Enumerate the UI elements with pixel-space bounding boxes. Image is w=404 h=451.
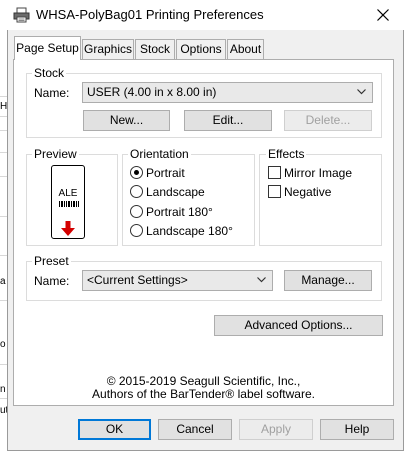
- delete-stock-button[interactable]: Delete...: [284, 110, 372, 131]
- preset-group-label: Preset: [32, 254, 71, 268]
- radio-button[interactable]: [130, 205, 143, 218]
- label-preview: ALE: [51, 165, 85, 239]
- radio-button[interactable]: [130, 166, 143, 179]
- orientation-landscape-180-label: Landscape 180°: [146, 224, 233, 238]
- chevron-down-icon: [257, 277, 266, 283]
- mirror-image-label: Mirror Image: [284, 166, 353, 180]
- apply-button[interactable]: Apply: [239, 419, 313, 440]
- tab-about[interactable]: About: [227, 39, 264, 59]
- manage-presets-button[interactable]: Manage...: [284, 270, 372, 291]
- printer-icon: [13, 7, 30, 23]
- cancel-button[interactable]: Cancel: [158, 419, 232, 440]
- background-text: o: [0, 339, 6, 350]
- tab-graphics[interactable]: Graphics: [82, 39, 134, 59]
- negative-label: Negative: [284, 185, 332, 199]
- window-title: WHSA-PolyBag01 Printing Preferences: [36, 7, 264, 22]
- stock-name-select[interactable]: USER (4.00 in x 8.00 in): [82, 82, 373, 103]
- stock-name-label: Name:: [34, 86, 70, 100]
- edit-stock-button[interactable]: Edit...: [184, 110, 272, 131]
- orientation-portrait-180-radio[interactable]: Portrait 180°: [130, 205, 250, 220]
- checkbox[interactable]: [268, 185, 281, 198]
- orientation-portrait-label: Portrait: [146, 166, 185, 180]
- tab-options[interactable]: Options: [176, 39, 226, 59]
- orientation-group-label: Orientation: [128, 147, 191, 161]
- close-button[interactable]: [368, 3, 398, 27]
- background-text: n: [0, 384, 6, 395]
- orientation-portrait-180-label: Portrait 180°: [146, 205, 213, 219]
- background-text: a: [0, 276, 6, 287]
- radio-button[interactable]: [130, 224, 143, 237]
- close-icon: [377, 9, 389, 21]
- orientation-landscape-180-radio[interactable]: Landscape 180°: [130, 224, 250, 239]
- orientation-landscape-label: Landscape: [146, 185, 205, 199]
- mirror-image-checkbox[interactable]: Mirror Image: [268, 166, 378, 181]
- checkbox[interactable]: [268, 166, 281, 179]
- effects-group-label: Effects: [266, 147, 307, 161]
- stock-group-label: Stock: [32, 66, 67, 80]
- advanced-options-button[interactable]: Advanced Options...: [214, 315, 383, 336]
- tab-stock[interactable]: Stock: [135, 39, 175, 59]
- ok-button[interactable]: OK: [78, 419, 151, 440]
- chevron-down-icon: [357, 89, 366, 95]
- preset-name-select[interactable]: <Current Settings>: [82, 270, 273, 291]
- help-button[interactable]: Help: [320, 419, 394, 440]
- barcode-icon: [59, 201, 79, 207]
- orientation-portrait-radio[interactable]: Portrait: [130, 166, 250, 181]
- copyright-line-2: Authors of the BarTender® label software…: [92, 387, 315, 401]
- radio-selected-dot: [134, 170, 139, 175]
- preview-sample-text: ALE: [58, 188, 78, 199]
- preview-group-label: Preview: [32, 147, 79, 161]
- new-stock-button[interactable]: New...: [83, 110, 170, 131]
- preset-name-label: Name:: [34, 274, 70, 288]
- copyright-line-1: © 2015-2019 Seagull Scientific, Inc.,: [106, 374, 301, 388]
- radio-button[interactable]: [130, 185, 143, 198]
- stock-name-value: USER (4.00 in x 8.00 in): [87, 85, 217, 99]
- negative-checkbox[interactable]: Negative: [268, 185, 378, 200]
- tab-page-setup[interactable]: Page Setup: [14, 36, 81, 60]
- feed-direction-arrow-icon: [61, 221, 75, 236]
- preset-name-value: <Current Settings>: [87, 273, 188, 287]
- orientation-landscape-radio[interactable]: Landscape: [130, 185, 250, 200]
